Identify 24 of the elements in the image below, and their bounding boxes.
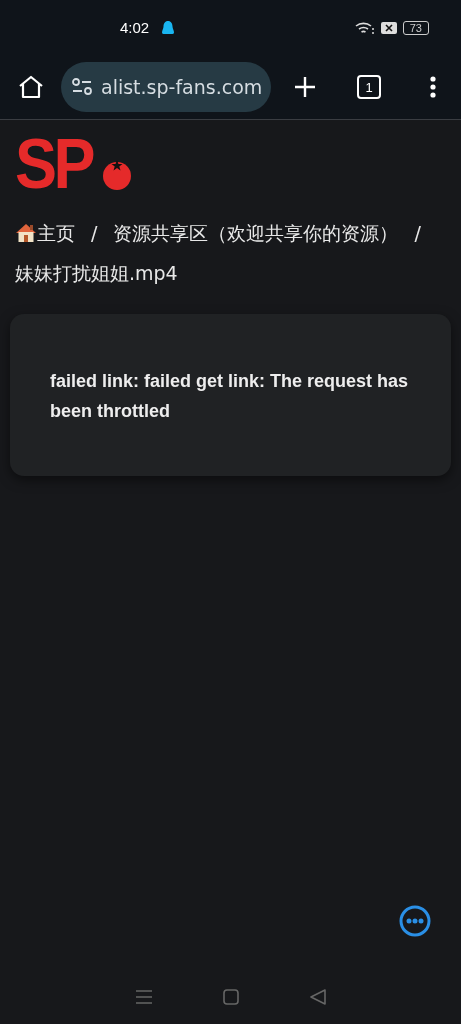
settings-icon[interactable] — [71, 77, 93, 97]
wifi-icon — [354, 20, 375, 35]
error-message: failed link: failed get link: The request has been throttled — [50, 370, 410, 423]
house-icon — [15, 222, 37, 244]
breadcrumb-separator: / — [91, 221, 98, 246]
battery-icon: 73 — [402, 20, 429, 35]
sim-icon — [380, 21, 397, 34]
notification-icon — [161, 19, 176, 36]
menu-icon[interactable] — [429, 75, 437, 99]
breadcrumb-separator: / — [414, 221, 421, 246]
home-button-icon[interactable] — [223, 989, 240, 1005]
more-icon[interactable] — [399, 905, 431, 937]
breadcrumb-link[interactable]: 主页 — [37, 220, 75, 246]
tomato-icon — [102, 158, 133, 190]
address-bar[interactable]: alist.sp-fans.com — [61, 62, 271, 112]
url-text: alist.sp-fans.com — [101, 76, 263, 98]
home-icon[interactable] — [18, 75, 44, 99]
breadcrumb-link[interactable]: 妹妹打扰姐姐.mp4 — [15, 260, 178, 286]
clock-time: 4:02 — [120, 19, 150, 36]
logo-text: SP — [15, 138, 92, 190]
tab-count-button[interactable]: 1 — [357, 75, 381, 99]
new-tab-icon[interactable] — [293, 75, 317, 99]
breadcrumb-link[interactable]: 资源共享区（欢迎共享你的资源） — [113, 220, 399, 246]
back-icon[interactable] — [309, 989, 326, 1005]
